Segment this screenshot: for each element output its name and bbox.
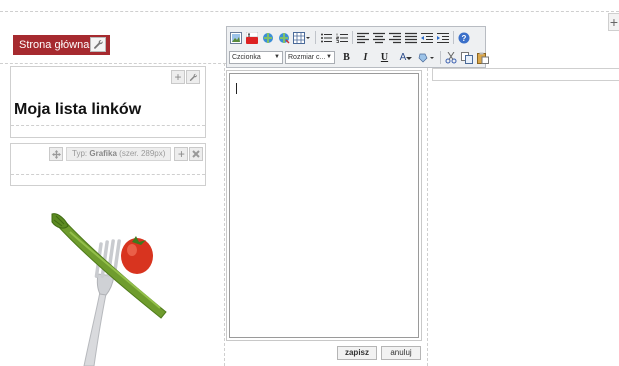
links-panel: + Moja lista linków (10, 66, 206, 138)
align-justify-icon[interactable] (404, 31, 417, 44)
insert-table-icon[interactable] (293, 31, 311, 44)
youtube-icon[interactable] (245, 31, 258, 44)
toolbar-separator (352, 31, 353, 44)
left-column-guide (224, 63, 225, 366)
fork-asparagus-tomato-image (51, 213, 167, 366)
underline-button[interactable]: U (378, 51, 391, 64)
font-size-select-value: Rozmiar c... (288, 54, 326, 61)
toolbar-row-1: ? (229, 29, 473, 46)
add-link-button[interactable]: + (171, 70, 185, 84)
right-column-block (432, 68, 619, 81)
block-type-name: Grafika (89, 149, 117, 158)
block-type-prefix: Typ: (72, 149, 88, 158)
insert-image-icon[interactable] (229, 31, 242, 44)
align-right-icon[interactable] (388, 31, 401, 44)
top-guide (0, 11, 619, 12)
links-panel-divider (11, 125, 205, 126)
bullet-list-icon[interactable] (319, 31, 332, 44)
font-color-button[interactable]: A (397, 51, 415, 64)
remove-link-icon[interactable] (277, 31, 290, 44)
toolbar-separator (315, 31, 316, 44)
home-button[interactable]: Strona główna (13, 35, 110, 55)
font-size-select[interactable]: Rozmiar c... ▼ (285, 51, 335, 64)
highlight-color-icon[interactable] (418, 51, 436, 64)
block-type-size: (szer. 289px) (119, 149, 166, 158)
links-panel-controls: + (171, 70, 200, 84)
align-left-icon[interactable] (356, 31, 369, 44)
graphic-panel-controls: Typ: Grafika (szer. 289px) + (49, 147, 204, 161)
save-button[interactable]: zapisz (337, 346, 377, 360)
insert-link-icon[interactable] (261, 31, 274, 44)
font-family-select[interactable]: Czcionka ▼ (229, 51, 283, 64)
chevron-down-icon: ▼ (274, 54, 280, 60)
links-panel-title: Moja lista linków (14, 101, 142, 118)
cut-icon[interactable] (444, 51, 457, 64)
header-guide (0, 63, 226, 64)
editor-toolbar: ? Czcionka ▼ Rozmiar c... ▼ B I U A (226, 26, 489, 68)
font-family-select-value: Czcionka (232, 54, 261, 61)
align-center-icon[interactable] (372, 31, 385, 44)
home-button-label: Strona główna (19, 39, 90, 51)
paste-icon[interactable] (476, 51, 489, 64)
wrench-icon[interactable] (90, 37, 106, 52)
copy-icon[interactable] (460, 51, 473, 64)
outdent-icon[interactable] (420, 31, 433, 44)
toolbar-separator (440, 51, 441, 64)
rich-text-editor[interactable] (229, 73, 419, 338)
add-block-button[interactable]: + (608, 13, 619, 31)
graphic-panel-divider (11, 174, 205, 175)
font-color-label: A (399, 52, 407, 63)
italic-button[interactable]: I (359, 51, 372, 64)
links-settings-button[interactable] (186, 70, 200, 84)
toolbar-separator (453, 31, 454, 44)
bold-button[interactable]: B (340, 51, 353, 64)
numbered-list-icon[interactable] (335, 31, 348, 44)
text-cursor (236, 83, 237, 94)
right-column-guide (427, 63, 428, 366)
add-graphic-button[interactable]: + (174, 147, 189, 161)
close-icon (192, 150, 201, 158)
svg-text:?: ? (461, 34, 466, 43)
indent-icon[interactable] (436, 31, 449, 44)
move-icon[interactable] (49, 147, 63, 161)
block-type-label: Typ: Grafika (szer. 289px) (66, 147, 172, 161)
delete-graphic-button[interactable] (189, 147, 204, 161)
toolbar-row-2: Czcionka ▼ Rozmiar c... ▼ B I U A (229, 49, 492, 66)
cancel-button[interactable]: anuluj (381, 346, 421, 360)
wrench-icon (189, 73, 197, 81)
help-icon[interactable]: ? (457, 31, 470, 44)
graphic-panel: Typ: Grafika (szer. 289px) + (10, 143, 206, 186)
chevron-down-icon: ▼ (326, 54, 332, 60)
